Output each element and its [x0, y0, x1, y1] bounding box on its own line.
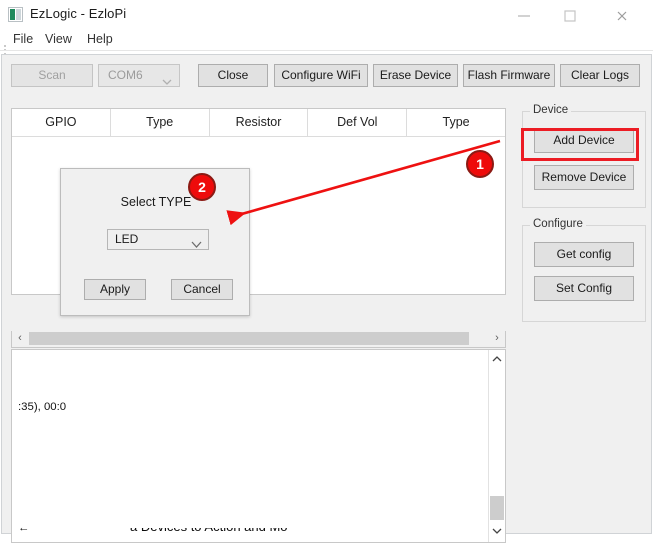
annotation-badge-2: 2: [188, 173, 216, 201]
configure-panel: Configure Get config Set Config: [522, 218, 646, 322]
clear-logs-button[interactable]: Clear Logs: [560, 64, 640, 87]
device-type-select[interactable]: LED: [107, 229, 209, 250]
menu-item-file[interactable]: File: [8, 30, 38, 48]
log-vertical-scrollbar[interactable]: [488, 350, 505, 542]
scroll-up-icon[interactable]: [489, 352, 505, 368]
get-config-button[interactable]: Get config: [534, 242, 634, 267]
log-line: :35), 00:0: [18, 401, 67, 413]
dialog-title: Select TYPE: [120, 195, 192, 209]
scroll-left-icon[interactable]: ‹: [12, 331, 28, 346]
serial-port-select[interactable]: COM6: [98, 64, 180, 87]
device-panel: Device Add Device Remove Device: [522, 104, 646, 208]
table-column-type: Type: [111, 109, 210, 136]
serial-port-value: COM6: [108, 68, 143, 82]
erase-device-button[interactable]: Erase Device: [373, 64, 458, 87]
cancel-button[interactable]: Cancel: [171, 279, 233, 300]
apply-button[interactable]: Apply: [84, 279, 146, 300]
configure-panel-legend: Configure: [530, 218, 586, 230]
bottom-cutoff-label: a Devices to Action and Mo: [130, 528, 288, 534]
bottom-cutoff-text: a Devices to Action and Mo: [0, 528, 653, 535]
toolbar: Scan COM6 Close Configure WiFi Erase Dev…: [2, 55, 653, 95]
close-port-button[interactable]: Close: [198, 64, 268, 87]
add-device-button[interactable]: Add Device: [534, 128, 634, 153]
configure-wifi-button[interactable]: Configure WiFi: [274, 64, 368, 87]
table-horizontal-scrollbar[interactable]: ‹ ›: [11, 331, 506, 348]
menu-item-view[interactable]: View: [40, 30, 77, 48]
vertical-scroll-thumb[interactable]: [490, 496, 504, 520]
log-output[interactable]: :35), 00:0 ← [0;32mI (979957) esp_netif_…: [11, 349, 506, 543]
menu-item-help[interactable]: Help: [82, 30, 118, 48]
device-type-value: LED: [115, 232, 139, 246]
flash-firmware-button[interactable]: Flash Firmware: [463, 64, 555, 87]
menu-divider: [0, 50, 653, 51]
window-title: EzLogic - EzloPi: [30, 6, 127, 21]
maximize-icon[interactable]: [547, 0, 593, 31]
application-window: EzLogic - EzloPi File View Help Scan COM…: [0, 0, 653, 543]
close-icon[interactable]: [599, 0, 645, 31]
device-panel-legend: Device: [530, 104, 572, 116]
table-column-gpio: GPIO: [12, 109, 111, 136]
table-column-type-2: Type: [442, 115, 470, 129]
log-text: :35), 00:0 ← [0;32mI (979957) esp_netif_…: [18, 352, 483, 542]
set-config-button[interactable]: Set Config: [534, 276, 634, 301]
horizontal-scroll-thumb[interactable]: [29, 332, 469, 345]
select-type-dialog: Select TYPE LED Apply Cancel: [60, 168, 250, 316]
chevron-down-icon: [191, 236, 202, 255]
app-logo-icon: [8, 7, 23, 22]
table-column-def-vol: Def Vol: [308, 109, 408, 136]
chevron-down-icon: [162, 72, 172, 93]
scroll-right-icon[interactable]: ›: [489, 331, 505, 346]
table-column-resistor: Resistor: [210, 109, 309, 136]
minimize-icon[interactable]: [501, 0, 547, 31]
annotation-badge-1: 1: [466, 150, 494, 178]
menu-bar: File View Help: [0, 28, 653, 50]
remove-device-button[interactable]: Remove Device: [534, 165, 634, 190]
scan-button[interactable]: Scan: [11, 64, 93, 87]
table-header-row: GPIO Type Resistor Def Vol Type: [12, 109, 505, 137]
